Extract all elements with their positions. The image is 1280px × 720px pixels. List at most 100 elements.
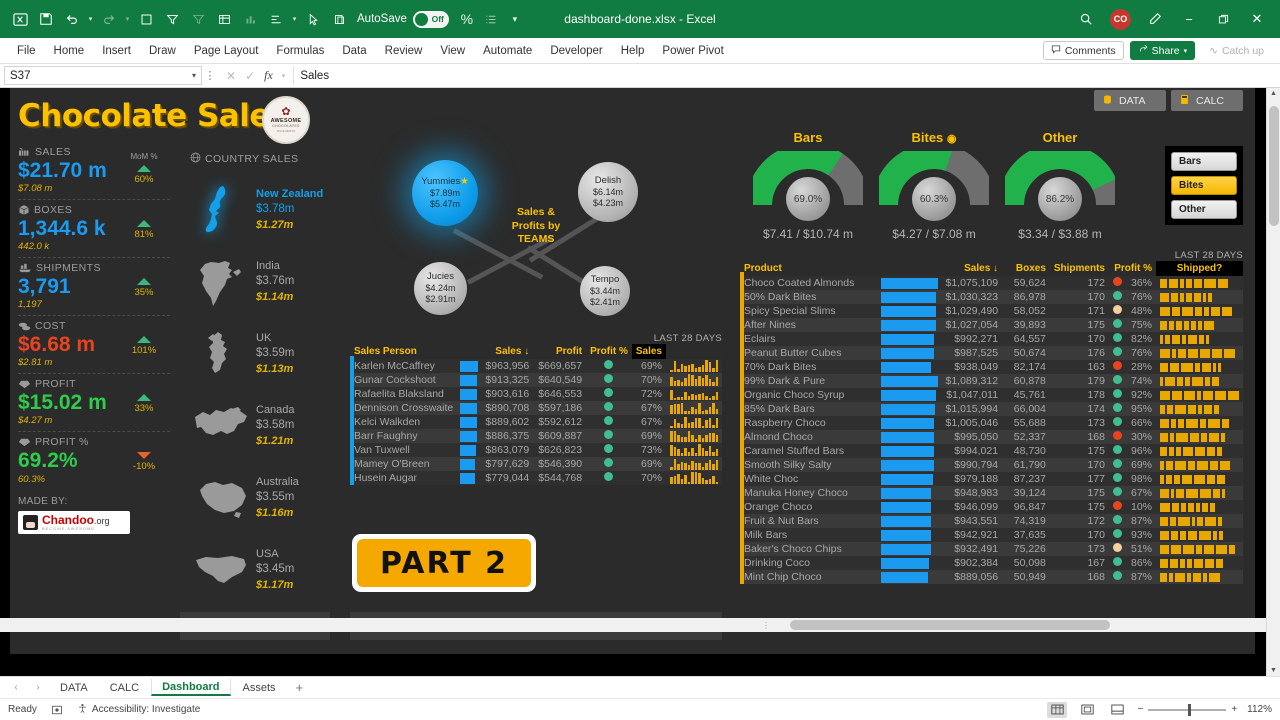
team-bubble-yummies[interactable]: Yummies★ $7.89m $5.47m: [412, 160, 478, 226]
ribbon-tab-file[interactable]: File: [8, 41, 45, 61]
zoom-knob[interactable]: [1188, 703, 1192, 716]
table-row[interactable]: After Nines $1,027,054 39,893 175 75%: [740, 318, 1243, 332]
team-bubble-jucies[interactable]: Jucies $4.24m $2.91m: [414, 262, 467, 315]
table-row[interactable]: Milk Bars $942,921 37,635 170 93%: [740, 528, 1243, 542]
sheet-next-icon[interactable]: ›: [28, 682, 48, 693]
sheet-prev-icon[interactable]: ‹: [6, 682, 26, 693]
table-row[interactable]: Eclairs $992,271 64,557 170 82%: [740, 332, 1243, 346]
table-row[interactable]: Karlen McCaffrey $963,956 $669,657 69%: [350, 359, 722, 373]
table-row[interactable]: Husein Augar $779,044 $544,768 70%: [350, 471, 722, 485]
autosave-toggle[interactable]: Off: [412, 10, 449, 28]
zoom-out-button[interactable]: −: [1137, 704, 1143, 715]
team-bubble-tempo[interactable]: Tempo $3.44m $2.41m: [580, 266, 630, 316]
vscroll-thumb[interactable]: [1269, 106, 1279, 226]
sheet-tab-assets[interactable]: Assets: [233, 680, 286, 696]
close-button[interactable]: ✕: [1242, 6, 1272, 32]
select-cursor-icon[interactable]: [301, 7, 325, 31]
share-chevron-down-icon[interactable]: ▾: [1184, 47, 1188, 55]
table-row[interactable]: Organic Choco Syrup $1,047,011 45,761 178 92…: [740, 388, 1243, 402]
table-row[interactable]: White Choc $979,188 87,237 177 98%: [740, 472, 1243, 486]
table-row[interactable]: Rafaelita Blaksland $903,616 $646,553 72%: [350, 387, 722, 401]
slicer-item-bites[interactable]: Bites: [1171, 176, 1237, 195]
percent-icon[interactable]: %: [455, 7, 479, 31]
table-row[interactable]: Mamey O'Breen $797,629 $546,390 69%: [350, 457, 722, 471]
hscroll-thumb[interactable]: [790, 620, 1110, 630]
share-button[interactable]: Share ▾: [1129, 41, 1196, 60]
minimize-button[interactable]: −: [1174, 6, 1204, 32]
th-profit-pct[interactable]: Profit %: [586, 344, 632, 359]
th-profit[interactable]: Profit: [533, 344, 586, 359]
sheet-tab-dashboard[interactable]: Dashboard: [151, 679, 231, 696]
undo-dropdown-icon[interactable]: ▾: [86, 7, 95, 31]
th-product-sales[interactable]: Sales ↓: [940, 261, 1002, 276]
slicer-item-other[interactable]: Other: [1171, 200, 1237, 219]
ribbon-tab-power-pivot[interactable]: Power Pivot: [653, 41, 732, 61]
search-icon[interactable]: [1071, 6, 1101, 32]
restore-button[interactable]: [1208, 6, 1238, 32]
name-box[interactable]: S37 ▾: [4, 66, 202, 85]
table-row[interactable]: 85% Dark Bars $1,015,994 66,004 174 95%: [740, 402, 1243, 416]
table-row[interactable]: Dennison Crosswaite $890,708 $597,186 67%: [350, 401, 722, 415]
table-row[interactable]: Almond Choco $995,050 52,337 168 30%: [740, 430, 1243, 444]
insert-function-icon[interactable]: fx: [264, 68, 273, 83]
table-row[interactable]: Drinking Coco $902,384 50,098 167 86%: [740, 556, 1243, 570]
th-shipments[interactable]: Shipments: [1050, 261, 1109, 276]
autosave-control[interactable]: AutoSave Off: [357, 10, 449, 28]
table-row[interactable]: Orange Choco $946,099 96,847 175 10%: [740, 500, 1243, 514]
align-icon[interactable]: [264, 7, 288, 31]
table-row[interactable]: Van Tuxwell $863,079 $626,823 73%: [350, 443, 722, 457]
ribbon-tab-page-layout[interactable]: Page Layout: [185, 41, 268, 61]
formula-bar-menu-icon[interactable]: ⋮: [202, 69, 218, 82]
country-row-new-zealand[interactable]: New Zealand $3.78m $1.27m: [190, 174, 330, 246]
name-box-chevron-down-icon[interactable]: ▾: [192, 71, 196, 80]
table-row[interactable]: Caramel Stuffed Bars $994,021 48,730 175 96%: [740, 444, 1243, 458]
table-row[interactable]: Choco Coated Almonds $1,075,109 59,624 172 3…: [740, 276, 1243, 290]
scroll-up-icon[interactable]: ▲: [1267, 88, 1280, 99]
sheet-tab-data[interactable]: DATA: [50, 680, 98, 696]
ribbon-tab-insert[interactable]: Insert: [93, 41, 140, 61]
enter-icon[interactable]: ✓: [245, 69, 255, 83]
catch-up-button[interactable]: ∿ Catch up: [1201, 41, 1272, 60]
th-boxes[interactable]: Boxes: [1002, 261, 1050, 276]
th-sales[interactable]: Sales ↓: [480, 344, 533, 359]
new-window-icon[interactable]: [134, 7, 158, 31]
table-row[interactable]: 70% Dark Bites $938,049 82,174 163 28%: [740, 360, 1243, 374]
table-row[interactable]: Spicy Special Slims $1,029,490 58,052 171 48…: [740, 304, 1243, 318]
zoom-slider[interactable]: − +: [1137, 703, 1237, 716]
normal-view-button[interactable]: [1047, 701, 1068, 718]
table-row[interactable]: Raspberry Choco $1,005,046 55,688 173 66%: [740, 416, 1243, 430]
redo-dropdown-icon[interactable]: ▾: [123, 7, 132, 31]
table-row[interactable]: Smooth Silky Salty $990,794 61,790 170 69%: [740, 458, 1243, 472]
chandoo-logo[interactable]: Chandoo.org BECOME AWESOME: [18, 510, 130, 534]
filter-icon[interactable]: [160, 7, 184, 31]
slicer-item-bars[interactable]: Bars: [1171, 152, 1237, 171]
page-break-view-button[interactable]: [1107, 702, 1127, 718]
avatar[interactable]: CO: [1110, 8, 1131, 30]
redo-icon[interactable]: [97, 7, 121, 31]
vertical-scrollbar[interactable]: ▲ ▼: [1266, 88, 1280, 676]
table-row[interactable]: 50% Dark Bites $1,030,323 86,978 170 76%: [740, 290, 1243, 304]
table-row[interactable]: Gunar Cockshoot $913,325 $640,549 70%: [350, 373, 722, 387]
save-icon[interactable]: [34, 7, 58, 31]
country-row-uk[interactable]: UK $3.59m $1.13m: [190, 318, 330, 390]
zoom-track[interactable]: [1148, 703, 1227, 716]
pen-icon[interactable]: [1140, 6, 1170, 32]
list-icon[interactable]: [479, 7, 503, 31]
table-row[interactable]: Peanut Butter Cubes $987,525 50,674 176 76%: [740, 346, 1243, 360]
zoom-level-label[interactable]: 112%: [1247, 704, 1272, 715]
table-row[interactable]: Manuka Honey Choco $948,983 39,124 175 67%: [740, 486, 1243, 500]
paste-icon[interactable]: [327, 7, 351, 31]
recording-macro-icon[interactable]: [51, 704, 63, 716]
th-product-profit-pct[interactable]: Profit %: [1109, 261, 1156, 276]
ribbon-tab-home[interactable]: Home: [45, 41, 94, 61]
split-handle-icon[interactable]: ⋮: [762, 621, 770, 630]
table-row[interactable]: Baker's Choco Chips $932,491 75,226 173 51%: [740, 542, 1243, 556]
ribbon-tab-review[interactable]: Review: [376, 41, 432, 61]
clear-filter-icon[interactable]: [186, 7, 210, 31]
country-row-india[interactable]: India $3.76m $1.14m: [190, 246, 330, 318]
qat-more-icon[interactable]: ▾: [503, 7, 527, 31]
horizontal-scrollbar[interactable]: ⋮: [0, 618, 1266, 632]
formula-input[interactable]: Sales: [293, 66, 1280, 85]
undo-icon[interactable]: [60, 7, 84, 31]
table-row[interactable]: Fruit & Nut Bars $943,551 74,319 172 87%: [740, 514, 1243, 528]
